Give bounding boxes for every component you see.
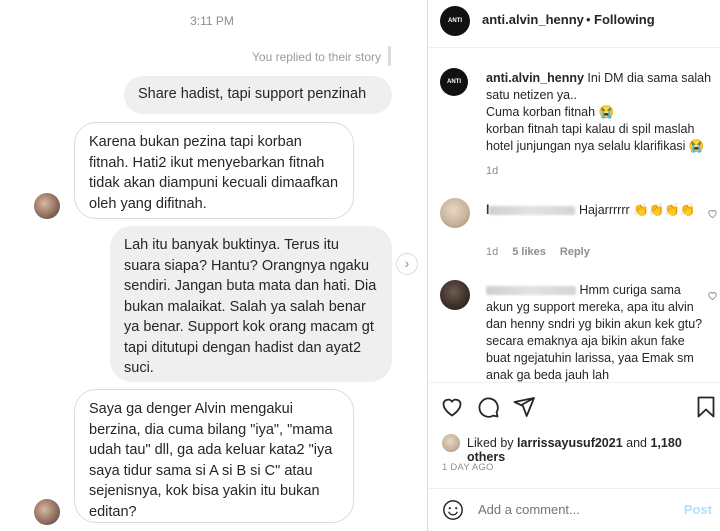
chevron-right-icon[interactable]: › — [396, 253, 418, 275]
post-actions — [428, 382, 720, 430]
instagram-post-window: 3:11 PM You replied to their story Share… — [0, 0, 720, 531]
comment-like-icon[interactable] — [707, 208, 718, 222]
dm-message-received: Saya ga denger Alvin mengakui berzina, d… — [74, 389, 354, 523]
caption-line: Cuma korban fitnah 😭 — [486, 105, 615, 119]
dm-avatar — [34, 193, 60, 219]
emoji-icon[interactable] — [442, 499, 464, 521]
bookmark-icon[interactable] — [694, 395, 718, 419]
post-header: ANTI anti.alvin_henny • Following — [428, 0, 720, 48]
liked-by-prefix: Liked by — [467, 436, 518, 450]
liked-by-text: Liked by larrissayusuf2021 and 1,180 oth… — [467, 436, 716, 464]
add-comment-bar: Post — [428, 488, 720, 531]
liked-by: Liked by larrissayusuf2021 and 1,180 oth… — [440, 434, 716, 464]
comment-input[interactable] — [478, 502, 668, 517]
liker-avatar[interactable] — [442, 434, 460, 452]
dm-message-received: Karena bukan pezina tapi korban fitnah. … — [74, 122, 354, 219]
comment-text: l Hajarrrrrr 👏👏👏👏 — [486, 202, 704, 219]
comment-likes[interactable]: 5 likes — [512, 246, 546, 258]
post-comment-button[interactable]: Post — [684, 502, 712, 517]
comment-time: 1d — [486, 246, 499, 258]
comment-icon[interactable] — [476, 395, 500, 419]
post-date: 1 DAY AGO — [442, 462, 494, 473]
heart-icon[interactable] — [440, 395, 464, 419]
story-reply-marker — [388, 46, 391, 66]
comment-text: Hmm curiga sama akun yg support mereka, … — [486, 282, 704, 384]
commenter-avatar[interactable] — [440, 198, 470, 228]
dm-message-sent: Lah itu banyak buktinya. Terus itu suara… — [110, 226, 392, 382]
reply-button[interactable]: Reply — [560, 246, 590, 258]
account-avatar[interactable]: ANTI — [440, 6, 470, 36]
caption-line: korban fitnah tapi kalau di spil maslah … — [486, 122, 705, 153]
dm-avatar — [34, 499, 60, 525]
liked-by-user[interactable]: larrissayusuf2021 — [517, 436, 623, 450]
liked-by-mid: and — [622, 436, 651, 450]
caption-username[interactable]: anti.alvin_henny — [486, 71, 584, 85]
dm-timestamp: 3:11 PM — [190, 14, 234, 28]
caption-time: 1d — [486, 165, 499, 177]
redacted-username — [486, 286, 576, 296]
comment-meta: 1d 5 likes Reply — [486, 246, 590, 258]
commenter-avatar[interactable] — [440, 280, 470, 310]
separator-dot: • — [586, 12, 591, 27]
story-reply-label: You replied to their story — [252, 50, 381, 64]
comment-content: Hmm curiga sama akun yg support mereka, … — [486, 283, 703, 382]
comment-content: Hajarrrrrr 👏👏👏👏 — [575, 203, 696, 217]
comment-like-icon[interactable] — [707, 290, 718, 304]
dm-message-sent: Share hadist, tapi support penzinah — [124, 76, 392, 114]
caption-text: anti.alvin_henny Ini DM dia sama salah s… — [486, 70, 720, 155]
post-image-dm-screenshot: 3:11 PM You replied to their story Share… — [0, 0, 428, 531]
caption-avatar[interactable]: ANTI — [440, 68, 468, 96]
following-button[interactable]: Following — [594, 12, 655, 27]
share-icon[interactable] — [512, 395, 536, 419]
account-username[interactable]: anti.alvin_henny — [482, 12, 584, 27]
redacted-username — [489, 206, 576, 216]
post-sidebar: ANTI anti.alvin_henny • Following ANTI a… — [428, 0, 720, 531]
